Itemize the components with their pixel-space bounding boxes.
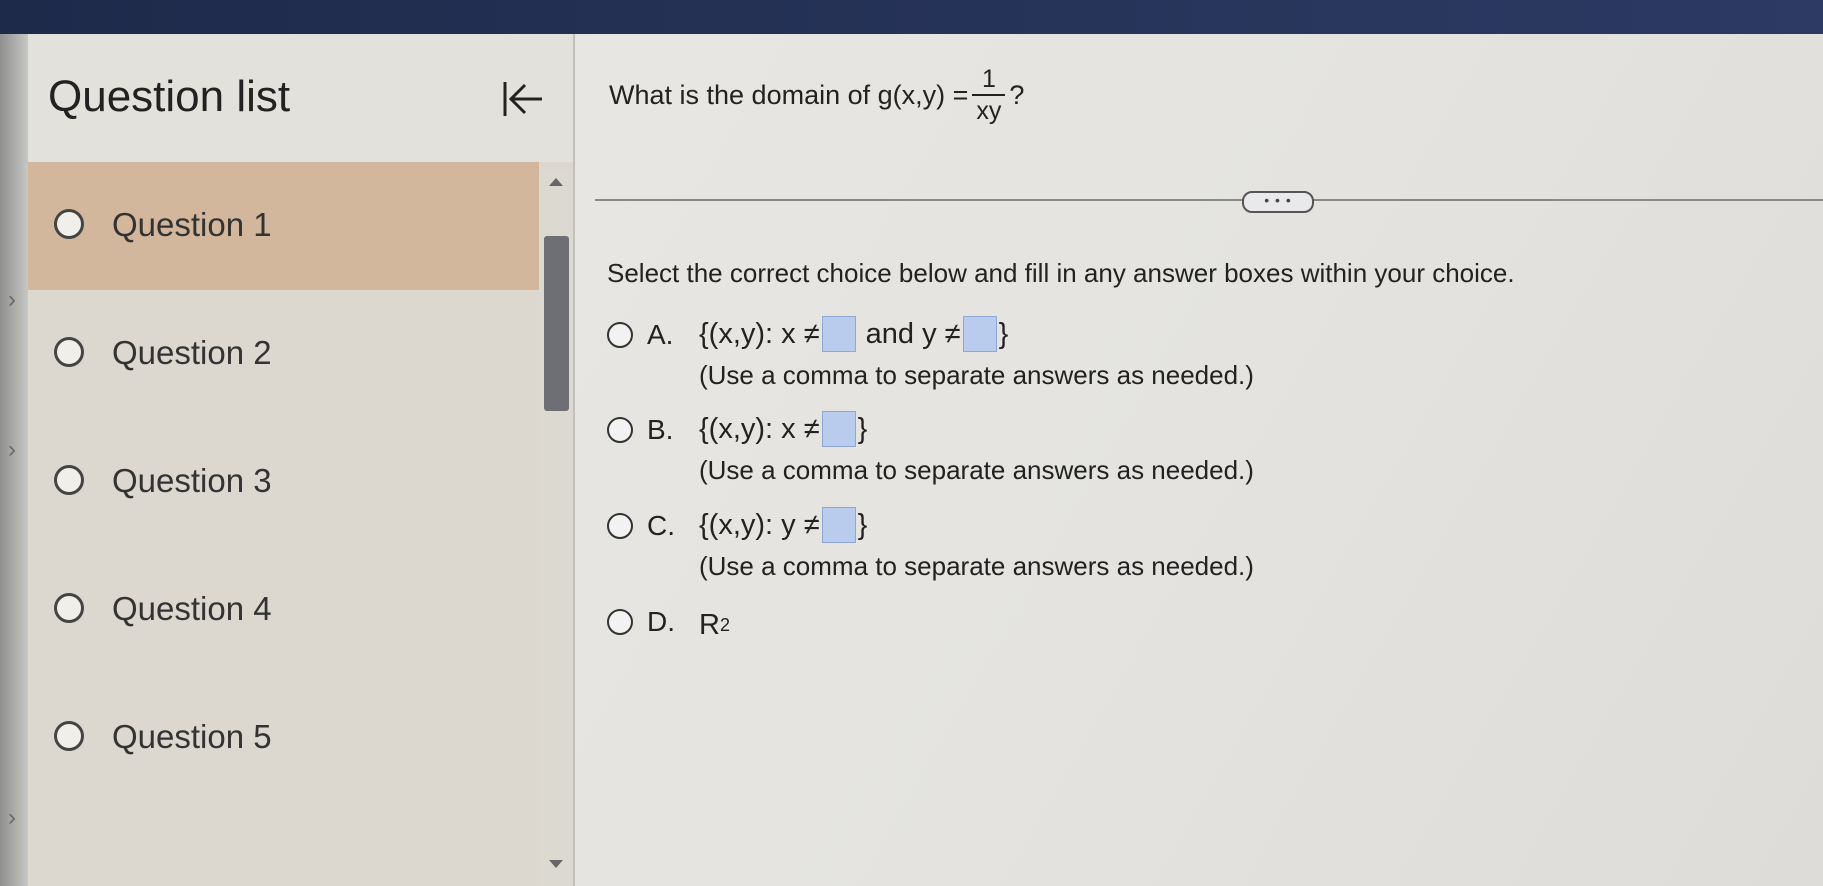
scrollbar-thumb[interactable]	[544, 236, 569, 411]
r-exponent: 2	[719, 615, 730, 635]
choice-letter: A.	[647, 319, 674, 350]
question-list-item-4[interactable]: Question 4	[28, 546, 539, 674]
question-suffix: ?	[1009, 79, 1025, 110]
scroll-down-arrow-icon[interactable]	[549, 860, 563, 868]
question-list-item-1[interactable]: Question 1	[28, 162, 539, 290]
choice-expression: {(x,y): y ≠ }	[699, 507, 867, 543]
fraction: 1 xy	[972, 64, 1006, 126]
question-label: Question 2	[112, 334, 272, 371]
answer-box-y[interactable]	[962, 316, 997, 352]
choice-hint: (Use a comma to separate answers as need…	[699, 455, 1254, 485]
question-label: Question 4	[112, 590, 272, 627]
question-label: Question 5	[112, 718, 272, 755]
question-list-sidebar: Question list Question 1 Question 2 Ques…	[28, 34, 575, 886]
question-prefix: What is the domain of g(x,y) =	[609, 79, 969, 110]
set-open: {(x,y): x ≠	[699, 317, 820, 350]
scroll-up-arrow-icon[interactable]	[549, 178, 563, 186]
choice-c-radio[interactable]	[607, 513, 633, 539]
chevron-right-icon: ›	[8, 436, 16, 463]
question-list-item-2[interactable]: Question 2	[28, 290, 539, 418]
question-label: Question 1	[112, 206, 272, 243]
collapse-sidebar-button[interactable]	[498, 74, 548, 124]
fraction-denominator: xy	[972, 94, 1006, 126]
choice-hint: (Use a comma to separate answers as need…	[699, 551, 1254, 581]
chevron-right-icon: ›	[8, 286, 16, 313]
set-close: }	[857, 508, 868, 541]
set-close: }	[998, 317, 1009, 350]
question-status-circle-icon	[54, 721, 84, 751]
choice-d-radio[interactable]	[607, 609, 633, 635]
choice-b-radio[interactable]	[607, 417, 633, 443]
answer-box-x[interactable]	[821, 411, 856, 447]
question-status-circle-icon	[54, 465, 84, 495]
choice-letter: B.	[647, 414, 674, 445]
question-status-circle-icon	[54, 337, 84, 367]
choice-hint: (Use a comma to separate answers as need…	[699, 360, 1254, 390]
choice-letter: C.	[647, 510, 675, 541]
chevron-right-icon: ›	[8, 804, 16, 831]
question-status-circle-icon	[54, 593, 84, 623]
question-panel: What is the domain of g(x,y) = 1 xy ? • …	[575, 34, 1823, 886]
section-divider	[595, 199, 1823, 201]
sidebar-header: Question list	[28, 34, 573, 162]
choice-expression: {(x,y): x ≠ and y ≠ }	[699, 316, 1008, 352]
set-close: }	[857, 412, 868, 445]
question-list-item-3[interactable]: Question 3	[28, 418, 539, 546]
instruction-text: Select the correct choice below and fill…	[607, 258, 1515, 288]
question-text: What is the domain of g(x,y) = 1 xy ?	[609, 64, 1024, 126]
set-open: {(x,y): y ≠	[699, 508, 820, 541]
choice-expression: R2	[699, 609, 730, 642]
sidebar-title: Question list	[48, 72, 291, 121]
choice-letter: D.	[647, 606, 675, 637]
r-base: R	[699, 609, 720, 641]
sidebar-scrollbar[interactable]	[539, 170, 573, 886]
choice-expression: {(x,y): x ≠ }	[699, 411, 867, 447]
fraction-numerator: 1	[981, 65, 996, 93]
top-bar	[0, 0, 1823, 34]
answer-box-y[interactable]	[821, 507, 856, 543]
question-list-item-5[interactable]: Question 5	[28, 674, 539, 802]
more-options-button[interactable]: • • •	[1242, 191, 1314, 213]
left-edge-strip: › › ›	[0, 34, 28, 886]
choice-a-radio[interactable]	[607, 322, 633, 348]
question-status-circle-icon	[54, 209, 84, 239]
question-label: Question 3	[112, 462, 272, 499]
set-open: {(x,y): x ≠	[699, 412, 820, 445]
and-y-label: and y ≠	[865, 317, 961, 350]
collapse-left-icon	[503, 82, 542, 116]
answer-box-x[interactable]	[821, 316, 856, 352]
